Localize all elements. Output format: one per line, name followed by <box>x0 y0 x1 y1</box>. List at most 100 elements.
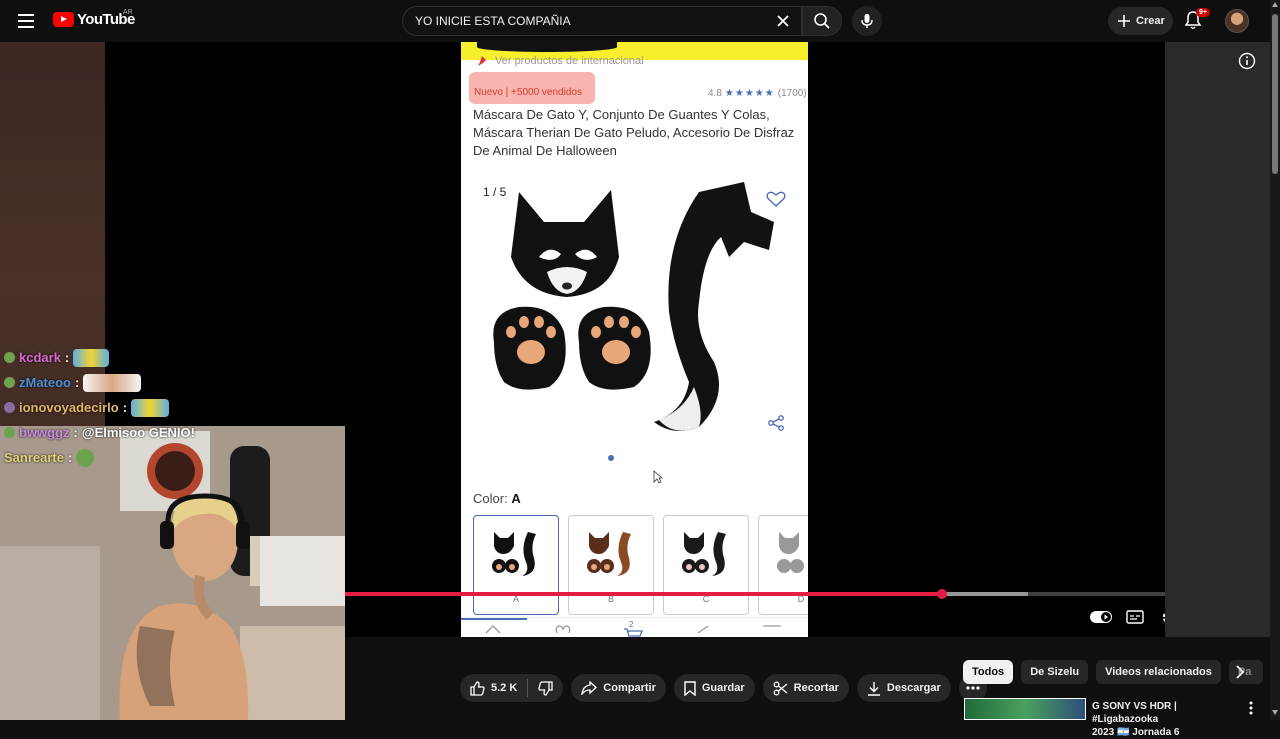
search-button[interactable] <box>802 6 842 36</box>
chat-message: zMateoo : <box>4 370 304 395</box>
share-icon[interactable] <box>767 414 785 432</box>
cat-tail <box>654 182 774 431</box>
stream-chat-overlay: kcdark : zMateoo : ionovoyadecirlo : bww… <box>4 345 304 470</box>
emote-icon <box>83 373 142 392</box>
color-swatch-d[interactable]: D <box>758 515 808 615</box>
notification-badge: 9+ <box>1196 8 1210 17</box>
related-title-line: 2023 🇦🇷 Jornada 6 <box>1092 727 1180 738</box>
product-title: Máscara De Gato Y, Conjunto De Guantes Y… <box>473 107 795 158</box>
autoplay-toggle[interactable] <box>1088 606 1114 628</box>
page-scrollbar[interactable] <box>1270 0 1280 720</box>
chat-message: kcdark : <box>4 345 304 370</box>
color-selected-value: A <box>511 491 521 506</box>
create-button[interactable]: Crear <box>1108 7 1173 35</box>
save-label: Guardar <box>701 682 745 694</box>
swatch-thumbnail <box>777 532 808 576</box>
subtitles-button[interactable] <box>1123 606 1147 628</box>
dislike-button[interactable] <box>528 674 563 702</box>
cat-mask <box>511 190 619 297</box>
notifications-button[interactable]: 9+ <box>1184 8 1210 32</box>
scroll-down-arrow[interactable] <box>1272 710 1278 715</box>
menu-nav-icon[interactable] <box>763 625 781 631</box>
create-label: Crear <box>1136 15 1165 27</box>
download-label: Descargar <box>886 682 941 694</box>
emote-icon <box>73 348 110 367</box>
save-button[interactable]: Guardar <box>673 674 755 702</box>
international-row: Ver productos de internacional <box>477 55 644 67</box>
share-button[interactable]: Compartir <box>571 674 666 702</box>
international-text: Ver productos de internacional <box>495 55 644 67</box>
progress-scrubber[interactable] <box>936 589 947 599</box>
streamer-webcam <box>0 426 345 720</box>
related-video-thumbnail[interactable] <box>964 698 1086 720</box>
stream-background-right <box>1165 42 1270 637</box>
related-filter-chips: Todos De Sizelu Videos relacionados Pa <box>963 660 1263 684</box>
download-button[interactable]: Descargar <box>856 674 951 702</box>
region-code: AR <box>123 9 133 16</box>
thumbs-up-icon <box>470 680 485 696</box>
chevron-right-icon[interactable] <box>1230 662 1250 682</box>
bookmark-icon <box>684 680 696 696</box>
like-count: 5.2 K <box>491 682 518 694</box>
progress-bar[interactable] <box>345 589 1165 599</box>
more-horizontal-icon <box>966 686 980 690</box>
chat-text: @Elmisoo GENIO! <box>81 425 195 440</box>
chat-badge-icon <box>4 377 15 388</box>
color-swatch-b[interactable]: B <box>568 515 654 615</box>
chat-badge-icon <box>4 352 15 363</box>
chat-username: ionovoyadecirlo <box>19 400 119 415</box>
like-button[interactable]: 5.2 K <box>460 674 527 702</box>
sales-badge: Nuevo | +5000 vendidos <box>474 87 582 98</box>
product-image <box>493 182 774 431</box>
carousel-dot[interactable] <box>608 455 614 461</box>
chip-channel[interactable]: De Sizelu <box>1021 660 1089 684</box>
close-icon[interactable] <box>775 13 791 29</box>
mouse-cursor-icon <box>653 470 663 484</box>
chat-separator: : <box>122 400 128 415</box>
swatch-thumbnail <box>492 532 536 576</box>
chat-message: bwwggz : @Elmisoo GENIO! <box>4 420 304 445</box>
cart-icon[interactable] <box>623 628 645 637</box>
pin-icon <box>478 55 486 66</box>
menu-button[interactable] <box>14 9 38 33</box>
scroll-up-arrow[interactable] <box>1272 2 1278 7</box>
info-icon[interactable] <box>1238 52 1256 70</box>
chat-message: ionovoyadecirlo : <box>4 395 304 420</box>
color-selector-label: Color: A <box>473 491 521 506</box>
clip-label: Recortar <box>793 682 839 694</box>
chat-separator: : <box>67 450 73 465</box>
more-vertical-icon[interactable] <box>1245 700 1257 716</box>
clip-button[interactable]: Recortar <box>762 674 849 702</box>
product-rating: 4.8 ★★★★★ (1700) <box>708 88 807 99</box>
search-icon <box>814 13 830 29</box>
scrollbar-thumb[interactable] <box>1272 14 1278 174</box>
share-label: Compartir <box>603 682 656 694</box>
paw-gloves <box>493 306 651 390</box>
nav-active-line <box>461 618 527 620</box>
like-dislike-group: 5.2 K <box>460 674 564 702</box>
chip-all[interactable]: Todos <box>963 660 1014 684</box>
share-arrow-icon <box>581 681 598 695</box>
video-actions: 5.2 K Compartir Guardar Recortar Descarg… <box>460 674 987 702</box>
search-input[interactable] <box>415 14 755 28</box>
account-avatar[interactable] <box>1225 9 1249 33</box>
heart-nav-icon[interactable] <box>555 624 571 634</box>
color-swatch-a[interactable]: A <box>473 515 559 615</box>
chat-separator: : <box>73 425 78 440</box>
plus-icon <box>1118 15 1130 27</box>
voice-search-button[interactable] <box>852 6 882 36</box>
topbar: YouTube AR Crear 9+ <box>0 0 1280 42</box>
settings-button[interactable] <box>1158 606 1165 628</box>
download-icon <box>867 681 880 696</box>
send-icon[interactable] <box>695 624 711 634</box>
chat-username: Sanrearte <box>4 450 64 465</box>
rating-stars: ★★★★★ <box>724 88 775 99</box>
thumbs-down-icon <box>538 680 553 696</box>
chip-related[interactable]: Videos relacionados <box>1096 660 1221 684</box>
search-box[interactable] <box>402 6 802 36</box>
color-swatch-c[interactable]: C <box>663 515 749 615</box>
home-icon[interactable] <box>485 624 501 634</box>
chat-message: Sanrearte : <box>4 445 304 470</box>
cart-count: 2 <box>629 620 634 629</box>
color-label-text: Color: <box>473 491 508 506</box>
